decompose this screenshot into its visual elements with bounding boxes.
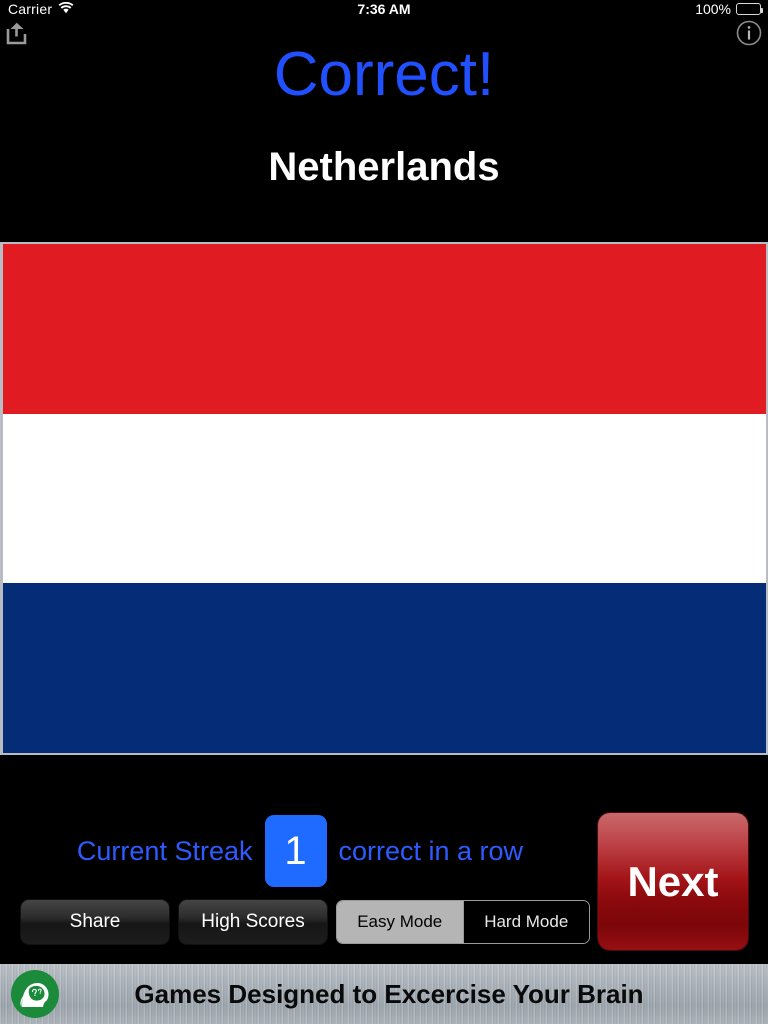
brain-head-icon [10, 969, 60, 1019]
flag-band-white [3, 414, 766, 583]
clock-label: 7:36 AM [357, 1, 411, 17]
battery-icon [736, 3, 763, 15]
streak-label: Current Streak [76, 836, 253, 866]
segment-hard-mode[interactable]: Hard Mode [462, 901, 589, 943]
flag-band-red [3, 244, 766, 414]
flag-band-blue [3, 582, 766, 753]
status-bar-right: 100% [695, 1, 763, 17]
mode-selector[interactable]: Easy Mode Hard Mode [336, 900, 590, 944]
high-scores-button[interactable]: High Scores [178, 899, 328, 945]
next-button[interactable]: Next [598, 813, 748, 950]
status-bar: Carrier 7:36 AM 100% [0, 0, 768, 20]
ad-banner[interactable]: Games Designed to Excercise Your Brain [0, 964, 768, 1024]
streak-suffix-label: correct in a row [338, 836, 524, 866]
country-name-label: Netherlands [268, 145, 500, 189]
ad-banner-text: Games Designed to Excercise Your Brain [134, 978, 644, 1009]
share-button[interactable]: Share [20, 899, 170, 945]
segment-easy-mode[interactable]: Easy Mode [337, 901, 463, 943]
verdict-title: Correct! [273, 40, 495, 109]
app-screen: Carrier 7:36 AM 100% Correct! Netherland… [0, 0, 768, 1024]
streak-count-box: 1 [264, 815, 327, 887]
flag-image [0, 242, 768, 755]
streak-row: Current Streak 1 correct in a row [0, 815, 600, 887]
battery-percent-label: 100% [695, 1, 731, 17]
